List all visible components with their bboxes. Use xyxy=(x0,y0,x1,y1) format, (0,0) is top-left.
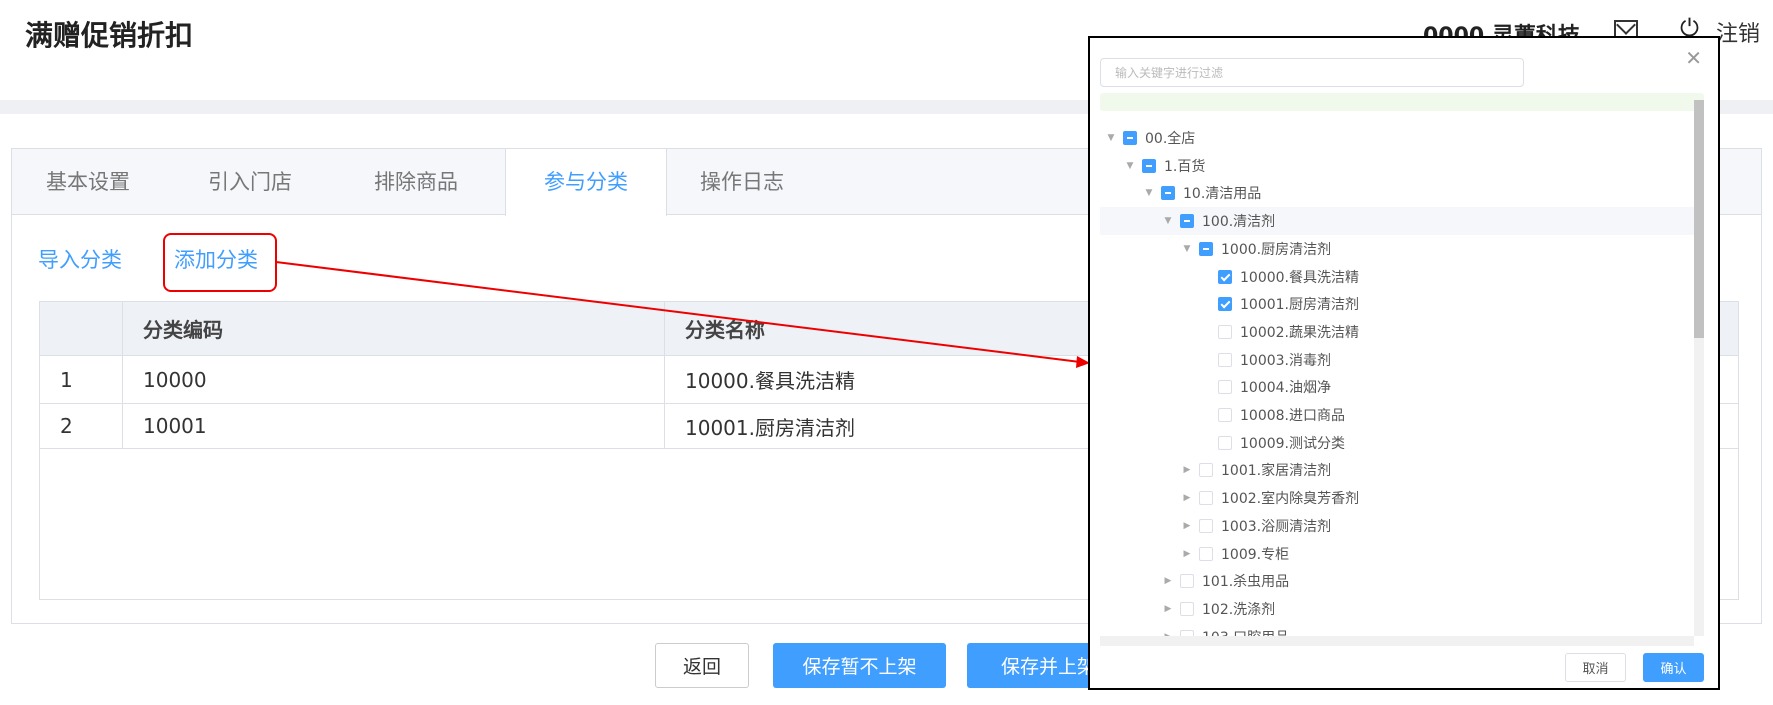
cancel-button[interactable]: 取消 xyxy=(1565,653,1626,682)
close-icon[interactable]: ✕ xyxy=(1685,46,1702,70)
tree-node[interactable]: ▼ 1.百货 xyxy=(1100,152,1694,180)
tree-node-label: 10000.餐具洗洁精 xyxy=(1240,269,1359,286)
caret-right-icon[interactable]: ▶ xyxy=(1180,549,1194,559)
tree-node[interactable]: ▶ 1001.家居清洁剂 xyxy=(1100,456,1694,484)
category-tree: ▼ 00.全店 ▼ 1.百货 ▼ 10.清洁用品 ▼ 100.清洁剂 ▼ 1000.厨房清洁剂 10… xyxy=(1100,114,1694,664)
tree-node-label: 1009.专柜 xyxy=(1221,546,1290,563)
scrollbar-thumb[interactable] xyxy=(1694,100,1704,338)
tree-node[interactable]: 10009.测试分类 xyxy=(1100,429,1694,457)
tree-checkbox[interactable] xyxy=(1199,491,1213,506)
vertical-scrollbar[interactable] xyxy=(1694,100,1704,636)
caret-down-icon[interactable]: ▼ xyxy=(1123,161,1137,171)
tree-checkbox[interactable] xyxy=(1218,408,1232,422)
tree-node-label: 10001.厨房清洁剂 xyxy=(1240,297,1359,314)
tree-node[interactable]: 10001.厨房清洁剂 xyxy=(1100,290,1694,318)
tree-node-label: 102.洗涤剂 xyxy=(1202,601,1276,618)
tree-node[interactable]: ▶ 102.洗涤剂 xyxy=(1100,595,1694,623)
tree-node-label: 1001.家居清洁剂 xyxy=(1221,463,1332,480)
caret-right-icon[interactable]: ▶ xyxy=(1161,604,1175,614)
tree-checkbox[interactable] xyxy=(1180,601,1194,616)
caret-down-icon[interactable]: ▼ xyxy=(1142,188,1156,198)
tree-node[interactable]: ▼ 1000.厨房清洁剂 xyxy=(1100,235,1694,263)
tree-node-label: 10.清洁用品 xyxy=(1183,186,1262,203)
tree-checkbox[interactable] xyxy=(1142,158,1156,173)
tree-checkbox[interactable] xyxy=(1123,131,1137,145)
tree-checkbox[interactable] xyxy=(1180,574,1194,589)
tree-node[interactable]: ▼ 00.全店 xyxy=(1100,124,1694,152)
filter-input[interactable] xyxy=(1100,58,1524,87)
tree-node-label: 00.全店 xyxy=(1145,131,1196,147)
tree-node[interactable]: ▶ 1002.室内除臭芳香剂 xyxy=(1100,484,1694,512)
tree-checkbox[interactable] xyxy=(1218,297,1232,312)
tree-node-label: 1002.室内除臭芳香剂 xyxy=(1221,491,1360,508)
tree-node-label: 100.清洁剂 xyxy=(1202,214,1276,231)
tree-node[interactable]: ▼ 10.清洁用品 xyxy=(1100,179,1694,207)
tree-checkbox[interactable] xyxy=(1218,435,1232,450)
tree-checkbox[interactable] xyxy=(1218,324,1232,339)
tree-checkbox[interactable] xyxy=(1161,186,1175,201)
status-bar xyxy=(1100,93,1704,111)
tree-node-label: 101.杀虫用品 xyxy=(1202,574,1290,591)
caret-right-icon[interactable]: ▶ xyxy=(1180,521,1194,531)
caret-right-icon[interactable]: ▶ xyxy=(1180,493,1194,503)
tree-node-label: 10002.蔬果洗洁精 xyxy=(1240,324,1359,341)
tree-node[interactable]: 10004.油烟净 xyxy=(1100,373,1694,401)
tree-checkbox[interactable] xyxy=(1199,463,1213,478)
tree-checkbox[interactable] xyxy=(1218,380,1232,395)
tree-node-label: 10009.测试分类 xyxy=(1240,435,1345,452)
tree-node[interactable]: 10002.蔬果洗洁精 xyxy=(1100,318,1694,346)
confirm-button[interactable]: 确认 xyxy=(1643,653,1704,682)
tree-checkbox[interactable] xyxy=(1180,214,1194,229)
tree-node[interactable]: ▶ 1003.浴厕清洁剂 xyxy=(1100,512,1694,540)
tree-checkbox[interactable] xyxy=(1199,546,1213,561)
tree-node-label: 10008.进口商品 xyxy=(1240,408,1345,424)
tree-node-label: 10004.油烟净 xyxy=(1240,380,1331,397)
caret-down-icon[interactable]: ▼ xyxy=(1180,244,1194,254)
tree-node[interactable]: ▶ 1009.专柜 xyxy=(1100,540,1694,568)
tree-node[interactable]: 10008.进口商品 xyxy=(1100,401,1694,429)
tree-checkbox[interactable] xyxy=(1199,518,1213,533)
tree-node-label: 10003.消毒剂 xyxy=(1240,352,1331,369)
caret-down-icon[interactable]: ▼ xyxy=(1104,133,1118,143)
tree-checkbox[interactable] xyxy=(1218,352,1232,367)
caret-down-icon[interactable]: ▼ xyxy=(1161,216,1175,226)
caret-right-icon[interactable]: ▶ xyxy=(1161,576,1175,586)
tree-node[interactable]: 10000.餐具洗洁精 xyxy=(1100,263,1694,291)
tree-node[interactable]: ▶ 101.杀虫用品 xyxy=(1100,567,1694,595)
tree-node-label: 1000.厨房清洁剂 xyxy=(1221,241,1332,258)
tree-node[interactable]: ▼ 100.清洁剂 xyxy=(1100,207,1694,236)
tree-node-label: 1003.浴厕清洁剂 xyxy=(1221,518,1332,535)
horizontal-scrollbar[interactable] xyxy=(1100,636,1694,646)
tree-node-label: 1.百货 xyxy=(1164,158,1206,175)
tree-node[interactable]: 10003.消毒剂 xyxy=(1100,346,1694,374)
category-picker-dialog: ✕ ▼ 00.全店 ▼ 1.百货 ▼ 10.清洁用品 ▼ 100.清洁剂 ▼ 1000.厨房清洁剂… xyxy=(1088,36,1720,690)
caret-right-icon[interactable]: ▶ xyxy=(1180,465,1194,475)
tree-checkbox[interactable] xyxy=(1199,241,1213,256)
tree-checkbox[interactable] xyxy=(1218,269,1232,284)
